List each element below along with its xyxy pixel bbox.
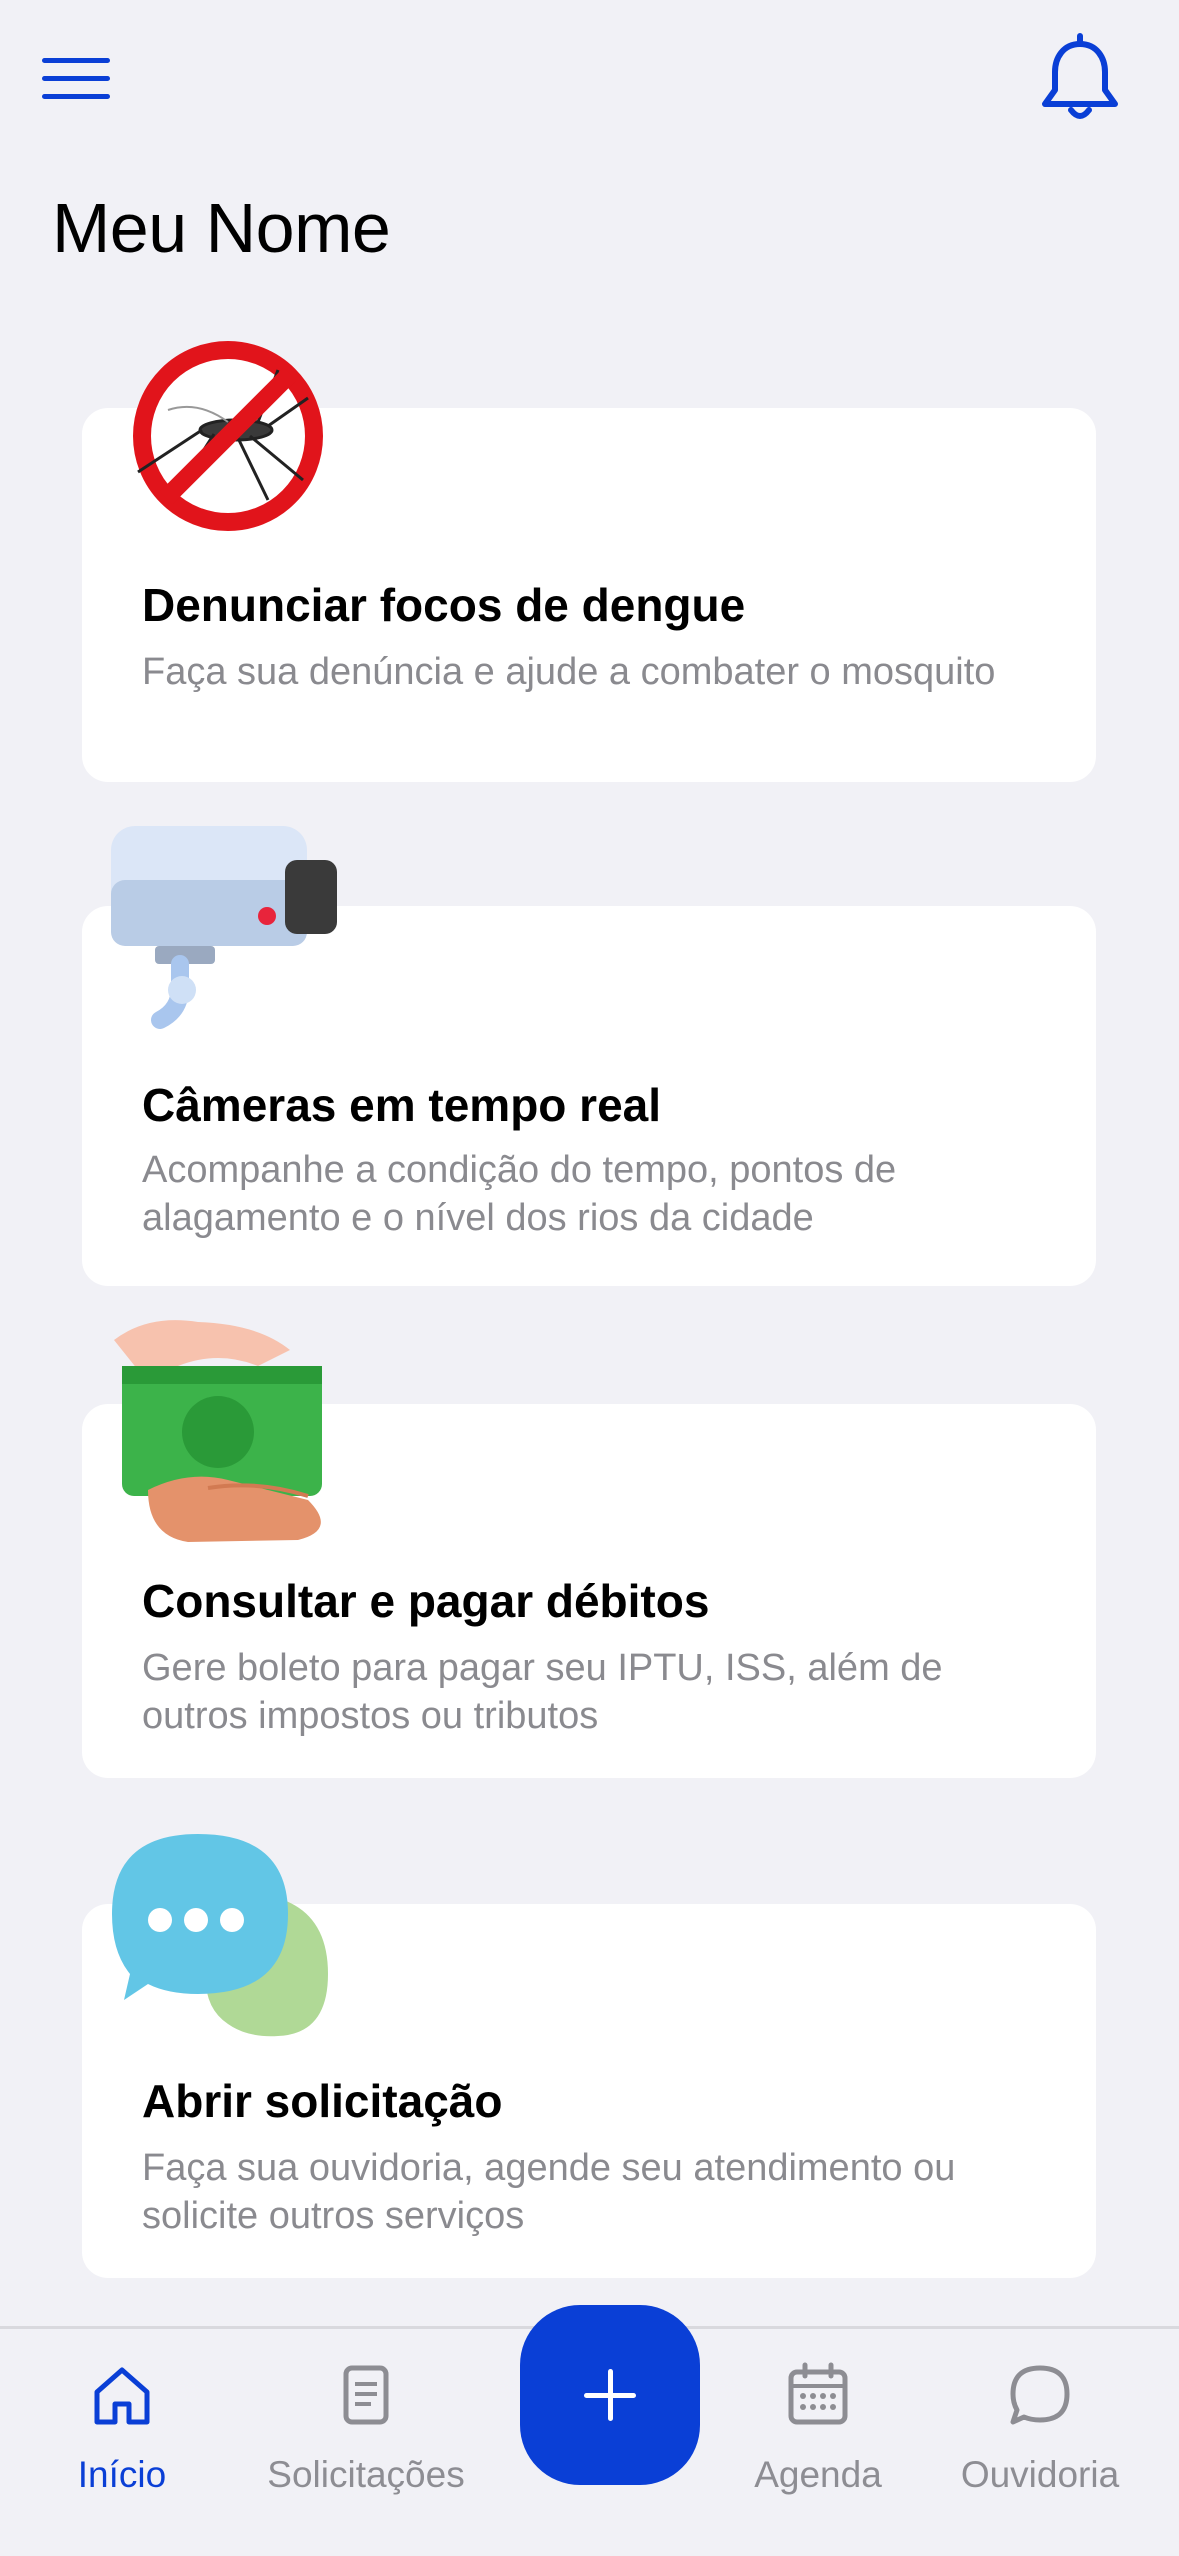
- add-request-button[interactable]: [520, 2305, 700, 2485]
- money-hands-icon: [108, 1310, 348, 1550]
- nav-label: Solicitações: [267, 2454, 465, 2495]
- nav-item-agenda[interactable]: Agenda: [703, 2360, 933, 2500]
- card-description: Gere boleto para pagar seu IPTU, ISS, al…: [142, 1647, 943, 1737]
- page-title: Meu Nome: [52, 189, 391, 267]
- card-description: Faça sua denúncia e ajude a combater o m…: [142, 651, 996, 693]
- hamburger-menu-icon[interactable]: [38, 52, 118, 108]
- card-title: Consultar e pagar débitos: [142, 1575, 710, 1627]
- speech-bubble-icon: [1010, 2365, 1070, 2425]
- top-bar: [0, 0, 1179, 180]
- notification-bell-icon[interactable]: [1030, 30, 1130, 130]
- card-title: Abrir solicitação: [142, 2075, 503, 2127]
- document-icon: [343, 2365, 389, 2425]
- card-description: Faça sua ouvidoria, agende seu atendimen…: [142, 2147, 956, 2237]
- nav-label: Ouvidoria: [960, 2454, 1120, 2495]
- home-icon: [94, 2367, 150, 2425]
- nav-item-inicio[interactable]: Início: [7, 2360, 237, 2500]
- security-camera-icon: [105, 820, 345, 1040]
- calendar-icon: [788, 2362, 848, 2425]
- chat-bubbles-icon: [108, 1824, 348, 2064]
- nav-item-ouvidoria[interactable]: Ouvidoria: [925, 2360, 1155, 2500]
- card-title: Câmeras em tempo real: [142, 1079, 662, 1131]
- nav-item-solicitacoes[interactable]: Solicitações: [251, 2360, 481, 2500]
- card-description: Acompanhe a condição do tempo, pontos de…: [142, 1149, 897, 1239]
- nav-label: Agenda: [754, 2454, 882, 2495]
- no-mosquito-icon: [118, 330, 338, 550]
- plus-icon-vertical: [608, 2369, 613, 2421]
- card-title: Denunciar focos de dengue: [142, 579, 746, 631]
- nav-label: Início: [77, 2454, 167, 2495]
